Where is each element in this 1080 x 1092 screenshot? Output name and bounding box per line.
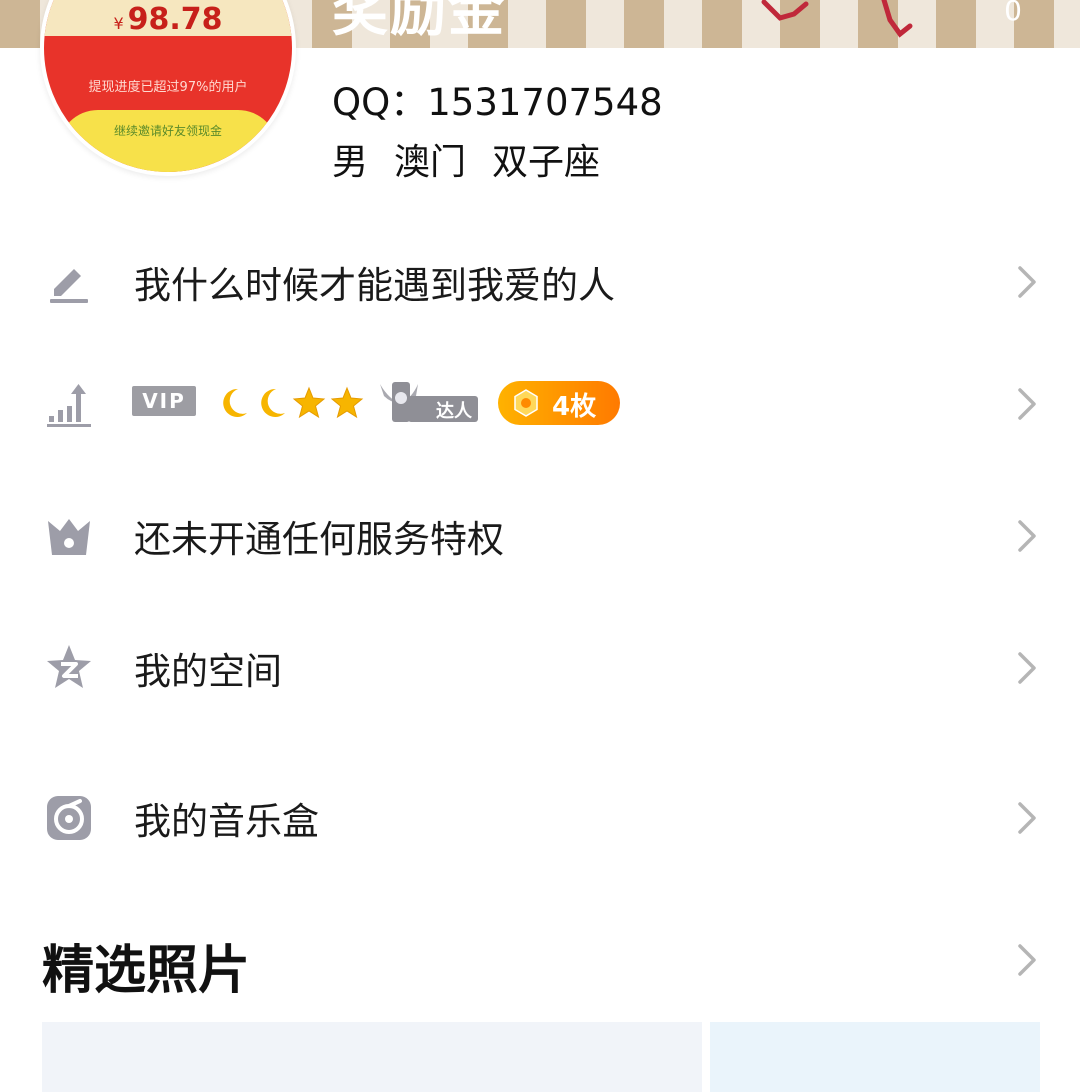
star-icon (330, 386, 364, 419)
medal-count: 4枚 (552, 392, 597, 422)
chevron-right-icon (1018, 520, 1036, 552)
privilege-label: 还未开通任何服务特权 (134, 518, 504, 561)
signature-label: 我什么时候才能遇到我爱的人 (134, 264, 615, 307)
medal-coin-icon (514, 389, 538, 417)
avatar-card-bottom (58, 110, 278, 172)
qzone-row[interactable]: 我的空间 (0, 618, 1080, 718)
shoe-decoration-right (881, 0, 913, 38)
chevron-right-icon (1018, 802, 1036, 834)
chevron-right-icon (1018, 652, 1036, 684)
daren-label: 达人 (436, 401, 472, 422)
zodiac-tag: 双子座 (492, 142, 601, 183)
privilege-row[interactable]: 还未开通任何服务特权 (0, 486, 1080, 586)
chevron-right-icon (1018, 266, 1036, 298)
moon-icon (223, 388, 247, 417)
gender-tag: 男 (332, 142, 369, 183)
level-up-icon (44, 379, 94, 429)
banner-count: 0 (1004, 0, 1022, 27)
chevron-right-icon (1018, 388, 1036, 420)
vip-badge: VIP (132, 386, 196, 416)
qq-number: QQ：1531707548 (332, 81, 663, 124)
photos-section-title: 精选照片 (42, 941, 251, 1001)
music-label: 我的音乐盒 (134, 800, 319, 843)
shoe-decoration-left (761, 0, 809, 21)
pencil-icon (44, 257, 94, 307)
chevron-right-icon[interactable] (1016, 942, 1038, 978)
daren-badge: 达人 (378, 378, 480, 424)
nickname: 奖励金 (332, 0, 506, 44)
avatar-button-text: 继续邀请好友领现金 (113, 124, 222, 138)
location-tag: 澳门 (394, 142, 467, 183)
music-row[interactable]: 我的音乐盒 (0, 768, 1080, 868)
medal-badge[interactable]: 4枚 (498, 381, 620, 425)
avatar-progress-text: 提现进度已超过97%的用户 (88, 80, 248, 95)
qzone-label: 我的空间 (134, 650, 282, 693)
photo-thumbnail[interactable] (42, 1022, 702, 1092)
avatar[interactable]: ¥98.78 提现进度已超过97%的用户 继续邀请好友领现金 (40, 0, 296, 176)
music-disc-icon (44, 793, 94, 843)
signature-row[interactable]: 我什么时候才能遇到我爱的人 (0, 232, 1080, 332)
photo-thumbnail[interactable] (710, 1022, 1040, 1092)
crown-icon (44, 511, 94, 561)
avatar-amount: ¥98.78 (113, 2, 223, 37)
moon-icon (261, 388, 285, 417)
qzone-star-icon (44, 643, 94, 693)
star-icon (292, 386, 326, 419)
profile-tags: 男 澳门 双子座 (332, 133, 600, 185)
